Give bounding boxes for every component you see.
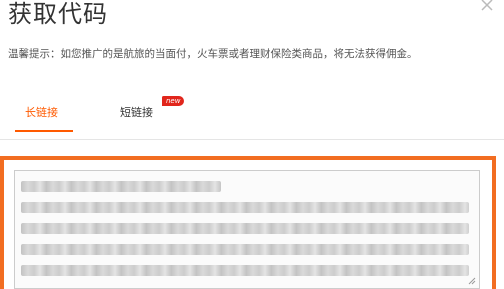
new-badge: new	[162, 96, 185, 106]
blurred-code-line	[21, 265, 469, 276]
tab-short-link[interactable]: 短链接	[120, 104, 153, 120]
blurred-code-line	[21, 181, 221, 192]
dialog-title: 获取代码	[8, 0, 108, 28]
tab-long-link[interactable]: 长链接	[25, 104, 58, 120]
warm-tip-text: 温馨提示：如您推广的是航旅的当面付，火车票或者理财保险类商品，将无法获得佣金。	[8, 48, 418, 60]
tabs-divider	[0, 139, 504, 140]
resize-handle-icon[interactable]	[468, 277, 476, 285]
link-type-tabs: 长链接 短链接	[0, 92, 504, 140]
blurred-code-line	[21, 202, 469, 213]
blurred-code-line	[21, 223, 469, 234]
blurred-code-line	[21, 244, 469, 255]
active-tab-indicator	[15, 130, 73, 132]
close-icon[interactable]	[480, 0, 494, 12]
code-textarea[interactable]	[14, 170, 480, 289]
code-highlight-frame	[0, 156, 496, 289]
